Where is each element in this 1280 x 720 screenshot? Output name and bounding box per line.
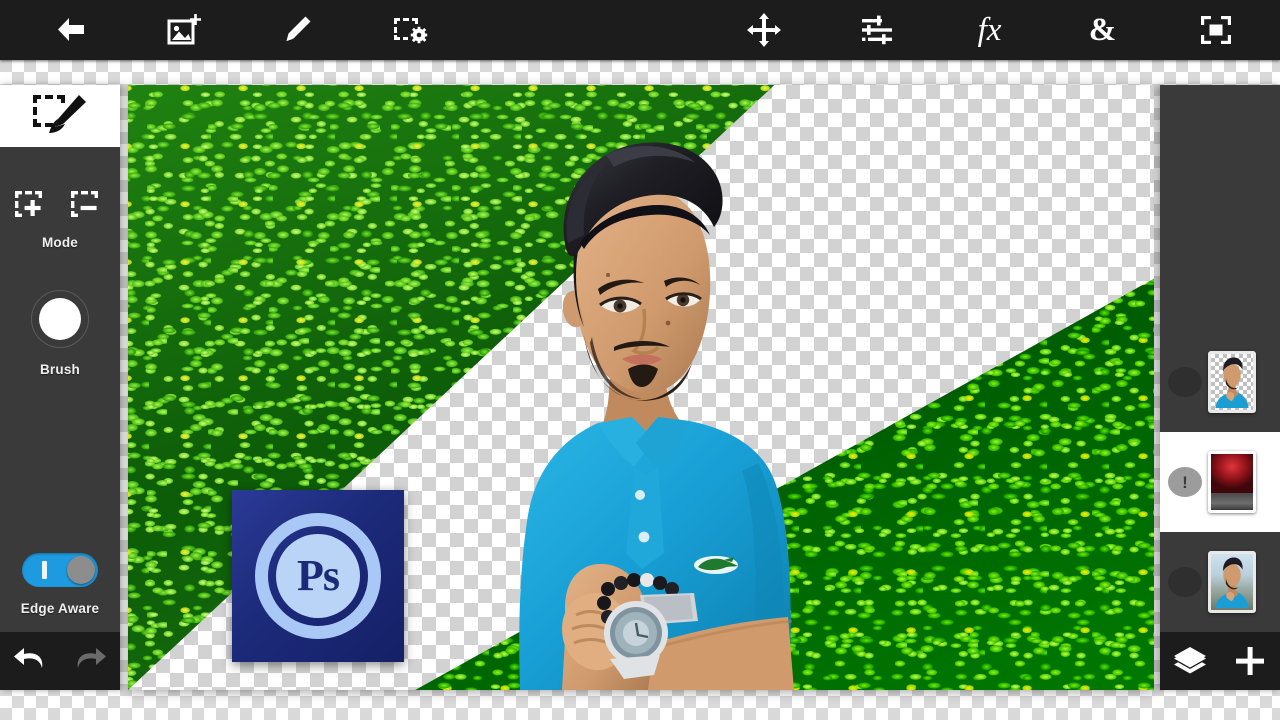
logo-outer-ring: Ps — [255, 513, 381, 639]
layers-list: ! — [1160, 85, 1280, 632]
toolbar-left-group — [14, 0, 466, 60]
thumb-red-image — [1211, 454, 1253, 510]
mode-buttons-row — [13, 189, 107, 221]
man-cutout-illustration — [519, 142, 794, 690]
layer-thumbnail — [1208, 551, 1256, 613]
layer-item-top[interactable] — [1160, 332, 1280, 432]
ampersand-icon: & — [1088, 11, 1117, 48]
polo-logo — [694, 556, 738, 574]
redo-arrow-icon — [77, 648, 106, 668]
fullscreen-icon — [1200, 16, 1231, 44]
layer-item-bottom[interactable] — [1160, 532, 1280, 632]
top-toolbar: fx & — [0, 0, 1280, 60]
history-bar — [0, 632, 120, 690]
logo-inner-circle: Ps — [276, 534, 360, 618]
layers-button[interactable] — [1163, 632, 1217, 690]
plus-icon — [1236, 647, 1264, 675]
layer-visibility-dot-icon[interactable] — [1168, 567, 1202, 597]
fullscreen-button[interactable] — [1159, 0, 1272, 60]
draw-button[interactable] — [240, 0, 353, 60]
brush-size-dot — [39, 298, 81, 340]
layer-visibility-dot-icon[interactable] — [1168, 367, 1202, 397]
move-arrows-icon — [746, 13, 781, 47]
thumb-man-photo — [1215, 557, 1249, 609]
toggle-on-bar — [42, 561, 47, 579]
image-canvas[interactable]: Ps — [128, 85, 1154, 690]
right-layers-panel: ! — [1160, 85, 1280, 690]
fx-icon: fx — [977, 11, 1002, 48]
redo-button[interactable] — [63, 632, 117, 690]
marquee-gear-icon — [393, 18, 427, 44]
left-tool-panel: Mode Brush Edge Aware — [0, 85, 120, 690]
back-arrow-icon — [57, 18, 84, 41]
effects-button[interactable]: fx — [933, 0, 1046, 60]
undo-button[interactable] — [3, 632, 57, 690]
add-image-button[interactable] — [127, 0, 240, 60]
selection-settings-button[interactable] — [353, 0, 466, 60]
photoshop-touch-app: fx & Mode Brush Edge Aware Ps ! — [0, 0, 1280, 720]
toggle-knob — [67, 556, 95, 584]
mode-label: Mode — [41, 235, 79, 250]
man-cutout — [458, 123, 878, 690]
add-image-icon — [167, 14, 201, 45]
layer-thumbnail — [1208, 351, 1256, 413]
marquee-plus-icon — [15, 191, 42, 217]
sliders-icon — [861, 15, 892, 45]
pencil-icon — [286, 16, 310, 41]
mode-group: Mode — [13, 189, 107, 250]
brush-size-circle-icon[interactable] — [31, 290, 89, 348]
undo-arrow-icon — [14, 648, 43, 668]
edge-aware-group: Edge Aware — [21, 553, 100, 616]
back-button[interactable] — [14, 0, 127, 60]
brush-label: Brush — [39, 362, 80, 377]
layers-footer — [1160, 632, 1280, 690]
thumb-man-cutout — [1215, 357, 1249, 409]
marquee-minus-icon — [71, 191, 98, 217]
tool-options-panel: Mode Brush Edge Aware — [0, 147, 120, 632]
add-to-selection-button[interactable] — [13, 189, 51, 221]
layers-stack-icon — [1174, 647, 1206, 674]
blend-button[interactable]: & — [1046, 0, 1159, 60]
brush-group: Brush — [31, 290, 89, 377]
toolbar-right-group: fx & — [707, 0, 1272, 60]
photoshop-logo-watermark: Ps — [232, 490, 404, 662]
selection-brush-tool[interactable] — [0, 85, 120, 147]
subtract-from-selection-button[interactable] — [69, 189, 107, 221]
logo-text: Ps — [297, 551, 340, 600]
alert-glyph: ! — [1182, 472, 1188, 492]
transform-button[interactable] — [707, 0, 820, 60]
marquee-brush-icon — [33, 95, 86, 133]
adjustments-button[interactable] — [820, 0, 933, 60]
edge-aware-label: Edge Aware — [20, 601, 100, 616]
edge-aware-toggle[interactable] — [22, 553, 98, 587]
add-layer-button[interactable] — [1223, 632, 1277, 690]
alert-exclamation-icon[interactable]: ! — [1168, 467, 1202, 497]
layer-item-middle[interactable]: ! — [1160, 432, 1280, 532]
layer-thumbnail — [1208, 451, 1256, 513]
